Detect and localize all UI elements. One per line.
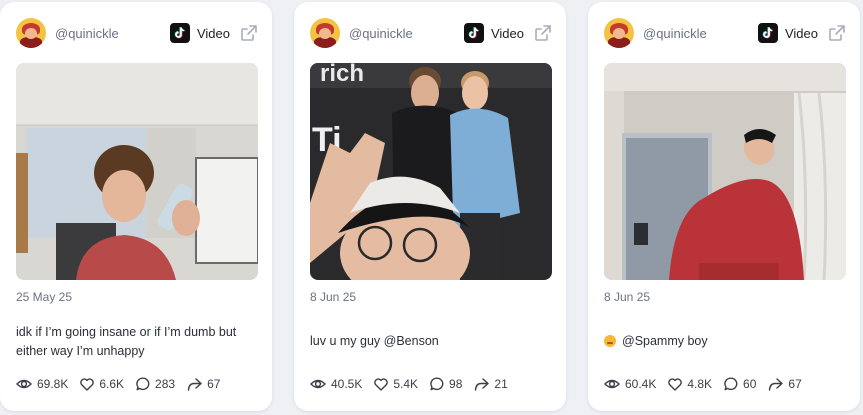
platform-badge: Video <box>757 23 818 43</box>
username[interactable]: @quinickle <box>55 26 170 41</box>
views-stat: 40.5K <box>310 377 362 391</box>
tiktok-icon <box>757 23 778 43</box>
views-stat: 69.8K <box>16 377 68 391</box>
comments-count: 60 <box>743 377 757 391</box>
eye-icon <box>604 379 620 389</box>
shares-stat: 67 <box>187 377 220 391</box>
comment-icon <box>430 377 444 391</box>
comments-count: 283 <box>155 377 176 391</box>
video-card[interactable]: @quinickle Video rich Ti 8 Jun 25 luv u … <box>294 2 566 411</box>
avatar[interactable] <box>310 18 340 48</box>
comments-stat: 60 <box>724 377 756 391</box>
post-date: 8 Jun 25 <box>604 290 651 304</box>
username[interactable]: @quinickle <box>643 26 758 41</box>
comment-icon <box>136 377 150 391</box>
card-header: @quinickle Video <box>16 17 258 49</box>
share-icon <box>187 377 202 391</box>
likes-count: 5.4K <box>393 377 419 391</box>
post-date: 25 May 25 <box>16 290 73 304</box>
post-caption: luv u my guy @Benson <box>310 334 439 348</box>
video-thumbnail[interactable]: rich Ti <box>310 63 552 280</box>
svg-text:rich: rich <box>320 63 364 87</box>
username[interactable]: @quinickle <box>349 26 464 41</box>
shares-stat: 67 <box>768 377 802 391</box>
eye-icon <box>16 379 32 389</box>
comments-stat: 283 <box>136 377 175 391</box>
stats-row: 69.8K 6.6K 283 67 <box>16 377 232 391</box>
platform-label: Video <box>490 25 524 41</box>
avatar[interactable] <box>604 18 634 48</box>
likes-stat: 5.4K <box>374 377 418 391</box>
video-thumbnail[interactable] <box>604 63 846 280</box>
post-caption: idk if I’m going insane or if I’m dumb b… <box>16 325 237 358</box>
external-link-icon[interactable] <box>240 24 258 42</box>
platform-label: Video <box>196 25 230 41</box>
comment-icon <box>724 377 738 391</box>
card-header: @quinickle Video <box>310 17 552 49</box>
platform-label: Video <box>784 25 818 41</box>
views-count: 40.5K <box>331 377 363 391</box>
post-date: 8 Jun 25 <box>310 290 357 304</box>
likes-count: 4.8K <box>687 377 713 391</box>
views-stat: 60.4K <box>604 377 656 391</box>
share-icon <box>769 377 784 391</box>
tiktok-icon <box>169 23 190 43</box>
views-count: 69.8K <box>37 377 69 391</box>
views-count: 60.4K <box>625 377 657 391</box>
post-caption-text: @Spammy boy <box>622 334 708 348</box>
video-card[interactable]: @quinickle Video 25 May 25 idk if I’m go <box>0 2 272 411</box>
likes-stat: 6.6K <box>80 377 124 391</box>
tiktok-icon <box>463 23 484 43</box>
avatar[interactable] <box>16 18 46 48</box>
stats-row: 40.5K 5.4K 98 21 <box>310 377 520 391</box>
likes-count: 6.6K <box>99 377 125 391</box>
shares-count: 67 <box>788 377 802 391</box>
external-link-icon[interactable] <box>534 24 552 42</box>
likes-stat: 4.8K <box>668 377 712 391</box>
eye-icon <box>310 379 326 389</box>
video-thumbnail[interactable] <box>16 63 258 280</box>
relieved-face-emoji <box>604 335 616 347</box>
shares-count: 21 <box>494 377 508 391</box>
stats-row: 60.4K 4.8K 60 67 <box>604 377 814 391</box>
post-caption: @Spammy boy <box>604 332 846 351</box>
shares-stat: 21 <box>474 377 508 391</box>
external-link-icon[interactable] <box>828 24 846 42</box>
heart-icon <box>374 377 389 391</box>
heart-icon <box>80 377 95 391</box>
heart-icon <box>668 377 683 391</box>
comments-stat: 98 <box>430 377 462 391</box>
shares-count: 67 <box>207 377 221 391</box>
card-header: @quinickle Video <box>604 17 846 49</box>
video-card[interactable]: @quinickle Video 8 Jun 25 @Spammy boy 60… <box>588 2 860 411</box>
platform-badge: Video <box>463 23 524 43</box>
comments-count: 98 <box>449 377 463 391</box>
platform-badge: Video <box>169 23 230 43</box>
share-icon <box>475 377 490 391</box>
